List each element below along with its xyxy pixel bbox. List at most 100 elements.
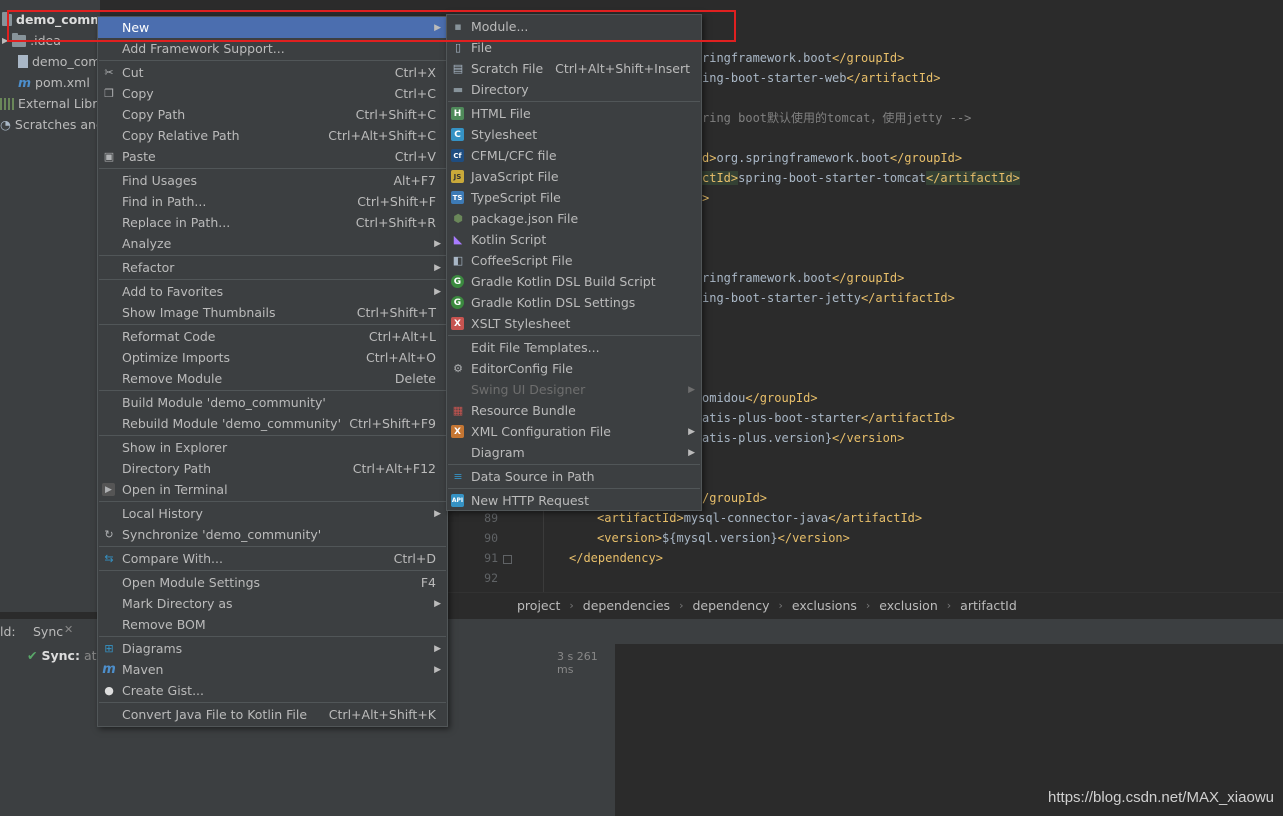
submenu-item-xml-configuration-file[interactable]: X XML Configuration File ▶ bbox=[447, 421, 701, 442]
submenu-item-data-source-in-path[interactable]: ≡ Data Source in Path bbox=[447, 466, 701, 487]
copy-icon: ❐ bbox=[104, 87, 114, 100]
menu-item-rebuild-module-demo-community[interactable]: Rebuild Module 'demo_community' Ctrl+Shif… bbox=[98, 413, 447, 434]
submenu-item-diagram[interactable]: Diagram ▶ bbox=[447, 442, 701, 463]
menu-item-cut[interactable]: ✂ Cut Ctrl+X bbox=[98, 62, 447, 83]
menu-item-reformat-code[interactable]: Reformat Code Ctrl+Alt+L bbox=[98, 326, 447, 347]
breadcrumb-item[interactable]: dependencies bbox=[583, 598, 670, 613]
kotlin-icon: ◣ bbox=[453, 233, 463, 246]
submenu-item-html-file[interactable]: H HTML File bbox=[447, 103, 701, 124]
submenu-item-new-http-request[interactable]: API New HTTP Request bbox=[447, 490, 701, 511]
menu-item-refactor[interactable]: Refactor ▶ bbox=[98, 257, 447, 278]
code-line: <version>${mysql.version}</version> bbox=[597, 531, 850, 545]
breadcrumb-item[interactable]: exclusions bbox=[792, 598, 857, 613]
menu-item-convert-java-file-to-kotlin-file[interactable]: Convert Java File to Kotlin File Ctrl+Alt… bbox=[98, 704, 447, 725]
maven-icon: m bbox=[18, 75, 32, 90]
terminal-icon: ▶ bbox=[102, 483, 115, 496]
menu-item-replace-in-path[interactable]: Replace in Path... Ctrl+Shift+R bbox=[98, 212, 447, 233]
menu-item-shortcut: Ctrl+Alt+O bbox=[366, 350, 436, 365]
menu-item-find-in-path[interactable]: Find in Path... Ctrl+Shift+F bbox=[98, 191, 447, 212]
menu-item-label: Optimize Imports bbox=[122, 350, 231, 365]
menu-separator bbox=[448, 488, 700, 489]
breadcrumb-item[interactable]: project bbox=[517, 598, 560, 613]
menu-item-directory-path[interactable]: Directory Path Ctrl+Alt+F12 bbox=[98, 458, 447, 479]
submenu-item-scratch-file[interactable]: ▤ Scratch File Ctrl+Alt+Shift+Insert bbox=[447, 58, 701, 79]
code-line: /groupId> bbox=[702, 491, 768, 505]
menu-item-add-to-favorites[interactable]: Add to Favorites ▶ bbox=[98, 281, 447, 302]
menu-item-optimize-imports[interactable]: Optimize Imports Ctrl+Alt+O bbox=[98, 347, 447, 368]
menu-separator bbox=[99, 324, 446, 325]
menu-item-open-module-settings[interactable]: Open Module Settings F4 bbox=[98, 572, 447, 593]
menu-item-build-module-demo-community[interactable]: Build Module 'demo_community' bbox=[98, 392, 447, 413]
coffee-icon: ◧ bbox=[452, 254, 464, 267]
line-number: 89 bbox=[484, 511, 498, 525]
menu-item-label: Directory Path bbox=[122, 461, 212, 476]
submenu-item-resource-bundle[interactable]: ▦ Resource Bundle bbox=[447, 400, 701, 421]
submenu-item-package-json-file[interactable]: ⬢ package.json File bbox=[447, 208, 701, 229]
menu-item-remove-module[interactable]: Remove Module Delete bbox=[98, 368, 447, 389]
menu-item-synchronize-demo-community[interactable]: ↻ Synchronize 'demo_community' bbox=[98, 524, 447, 545]
code-line: atis-plus.version}</version> bbox=[702, 431, 905, 445]
menu-item-local-history[interactable]: Local History ▶ bbox=[98, 503, 447, 524]
menu-item-copy[interactable]: ❐ Copy Ctrl+C bbox=[98, 83, 447, 104]
breadcrumb-item[interactable]: exclusion bbox=[879, 598, 937, 613]
bundle-icon: ▦ bbox=[452, 404, 464, 417]
menu-separator bbox=[99, 390, 446, 391]
menu-item-paste[interactable]: ▣ Paste Ctrl+V bbox=[98, 146, 447, 167]
tree-item-label: pom.xml bbox=[35, 75, 90, 90]
tree-item-scratches[interactable]: ◔ Scratches and bbox=[0, 114, 104, 135]
menu-item-label: Maven bbox=[122, 662, 164, 677]
menu-item-shortcut: Ctrl+Shift+R bbox=[355, 215, 436, 230]
menu-separator bbox=[99, 279, 446, 280]
menu-item-show-in-explorer[interactable]: Show in Explorer bbox=[98, 437, 447, 458]
menu-item-maven[interactable]: m Maven ▶ bbox=[98, 659, 447, 680]
code-line: ringframework.boot</groupId> bbox=[702, 51, 905, 65]
breadcrumb-item[interactable]: artifactId bbox=[960, 598, 1017, 613]
watermark: https://blog.csdn.net/MAX_xiaowu bbox=[1048, 789, 1274, 806]
menu-item-label: Diagrams bbox=[122, 641, 183, 656]
menu-item-copy-relative-path[interactable]: Copy Relative Path Ctrl+Alt+Shift+C bbox=[98, 125, 447, 146]
menu-item-create-gist[interactable]: ● Create Gist... bbox=[98, 680, 447, 701]
tree-item-external-libraries[interactable]: External Librar bbox=[0, 93, 110, 114]
menu-item-open-in-terminal[interactable]: ▶ Open in Terminal bbox=[98, 479, 447, 500]
submenu-item-javascript-file[interactable]: JS JavaScript File bbox=[447, 166, 701, 187]
menu-separator bbox=[99, 636, 446, 637]
menu-item-find-usages[interactable]: Find Usages Alt+F7 bbox=[98, 170, 447, 191]
menu-separator bbox=[448, 335, 700, 336]
menu-item-show-image-thumbnails[interactable]: Show Image Thumbnails Ctrl+Shift+T bbox=[98, 302, 447, 323]
close-icon[interactable]: ✕ bbox=[64, 623, 73, 636]
tree-item-pom[interactable]: m pom.xml bbox=[18, 72, 90, 93]
submenu-item-gradle-kotlin-dsl-build-script[interactable]: G Gradle Kotlin DSL Build Script bbox=[447, 271, 701, 292]
submenu-item-editorconfig-file[interactable]: ⚙ EditorConfig File bbox=[447, 358, 701, 379]
menu-item-mark-directory-as[interactable]: Mark Directory as ▶ bbox=[98, 593, 447, 614]
submenu-item-stylesheet[interactable]: C Stylesheet bbox=[447, 124, 701, 145]
submenu-item-edit-file-templates[interactable]: Edit File Templates... bbox=[447, 337, 701, 358]
fold-marker-icon[interactable] bbox=[503, 555, 512, 564]
file-icon: ▯ bbox=[454, 41, 462, 54]
submenu-item-gradle-kotlin-dsl-settings[interactable]: G Gradle Kotlin DSL Settings bbox=[447, 292, 701, 313]
menu-item-label: package.json File bbox=[471, 211, 579, 226]
menu-item-compare-with[interactable]: ⇆ Compare With... Ctrl+D bbox=[98, 548, 447, 569]
menu-item-label: Replace in Path... bbox=[122, 215, 231, 230]
menu-item-copy-path[interactable]: Copy Path Ctrl+Shift+C bbox=[98, 104, 447, 125]
submenu-item-swing-ui-designer[interactable]: Swing UI Designer ▶ bbox=[447, 379, 701, 400]
menu-item-label: Create Gist... bbox=[122, 683, 205, 698]
ts-icon: TS bbox=[451, 191, 464, 204]
indent-guide bbox=[543, 500, 544, 592]
breadcrumb-item[interactable]: dependency bbox=[692, 598, 769, 613]
menu-item-diagrams[interactable]: ⊞ Diagrams ▶ bbox=[98, 638, 447, 659]
tree-item-demo[interactable]: demo_com bbox=[18, 51, 100, 72]
menu-item-remove-bom[interactable]: Remove BOM bbox=[98, 614, 447, 635]
submenu-item-directory[interactable]: ▬ Directory bbox=[447, 79, 701, 100]
submenu-item-cfml-cfc-file[interactable]: Cf CFML/CFC file bbox=[447, 145, 701, 166]
submenu-item-typescript-file[interactable]: TS TypeScript File bbox=[447, 187, 701, 208]
menu-separator bbox=[99, 255, 446, 256]
menu-item-label: Analyze bbox=[122, 236, 172, 251]
submenu-item-coffeescript-file[interactable]: ◧ CoffeeScript File bbox=[447, 250, 701, 271]
menu-separator bbox=[99, 546, 446, 547]
menu-item-analyze[interactable]: Analyze ▶ bbox=[98, 233, 447, 254]
submenu-item-xslt-stylesheet[interactable]: X XSLT Stylesheet bbox=[447, 313, 701, 334]
submenu-item-kotlin-script[interactable]: ◣ Kotlin Script bbox=[447, 229, 701, 250]
tab-sync[interactable]: Sync bbox=[33, 624, 63, 639]
menu-separator bbox=[99, 60, 446, 61]
menu-item-shortcut: Ctrl+Alt+F12 bbox=[352, 461, 436, 476]
